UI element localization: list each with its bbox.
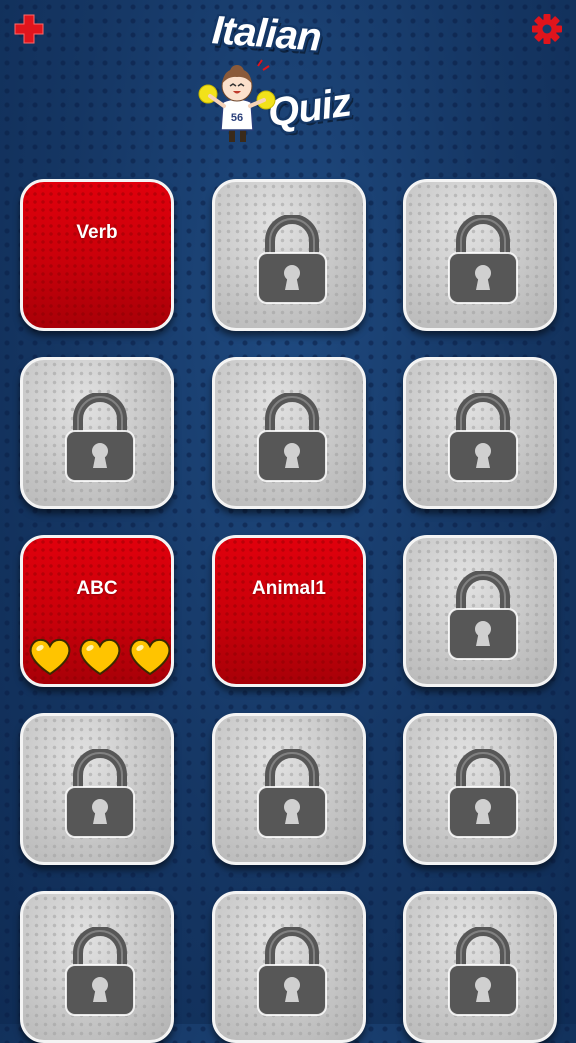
- lock-icon: [257, 393, 327, 482]
- add-button[interactable]: [12, 12, 46, 46]
- heart-icon: [129, 638, 171, 676]
- level-tile[interactable]: ABC: [20, 535, 174, 687]
- level-label: Verb: [76, 222, 118, 243]
- lock-icon: [448, 215, 518, 304]
- plus-icon: [14, 14, 44, 44]
- level-label: ABC: [76, 578, 118, 599]
- locked-level-tile[interactable]: [20, 891, 174, 1043]
- level-tile[interactable]: Animal1: [212, 535, 366, 687]
- mascot-jersey-number: 56: [231, 112, 243, 124]
- lock-icon: [448, 393, 518, 482]
- locked-level-tile[interactable]: [403, 357, 557, 509]
- settings-button[interactable]: [530, 12, 564, 46]
- logo-title-italian: Italian: [210, 8, 323, 60]
- locked-level-tile[interactable]: [212, 357, 366, 509]
- level-tile[interactable]: Verb: [20, 179, 174, 331]
- locked-level-tile[interactable]: [403, 535, 557, 687]
- lock-icon: [448, 749, 518, 838]
- locked-level-tile[interactable]: [403, 891, 557, 1043]
- lock-icon: [65, 749, 135, 838]
- lock-icon: [65, 927, 135, 1016]
- level-label: Animal1: [252, 578, 326, 599]
- lock-icon: [448, 927, 518, 1016]
- locked-level-tile[interactable]: [212, 891, 366, 1043]
- hearts-rating: [29, 638, 171, 676]
- heart-icon: [79, 638, 121, 676]
- lock-icon: [65, 393, 135, 482]
- heart-icon: [29, 638, 71, 676]
- locked-level-tile[interactable]: [403, 179, 557, 331]
- lock-icon: [448, 571, 518, 660]
- locked-level-tile[interactable]: [20, 713, 174, 865]
- locked-level-tile[interactable]: [403, 713, 557, 865]
- locked-level-tile[interactable]: [212, 713, 366, 865]
- mascot-illustration: 56: [198, 59, 276, 142]
- app-logo: Italian Quiz 56: [196, 8, 386, 148]
- lock-icon: [257, 215, 327, 304]
- lock-icon: [257, 927, 327, 1016]
- locked-level-tile[interactable]: [212, 179, 366, 331]
- gear-icon: [532, 14, 562, 44]
- locked-level-tile[interactable]: [20, 357, 174, 509]
- lock-icon: [257, 749, 327, 838]
